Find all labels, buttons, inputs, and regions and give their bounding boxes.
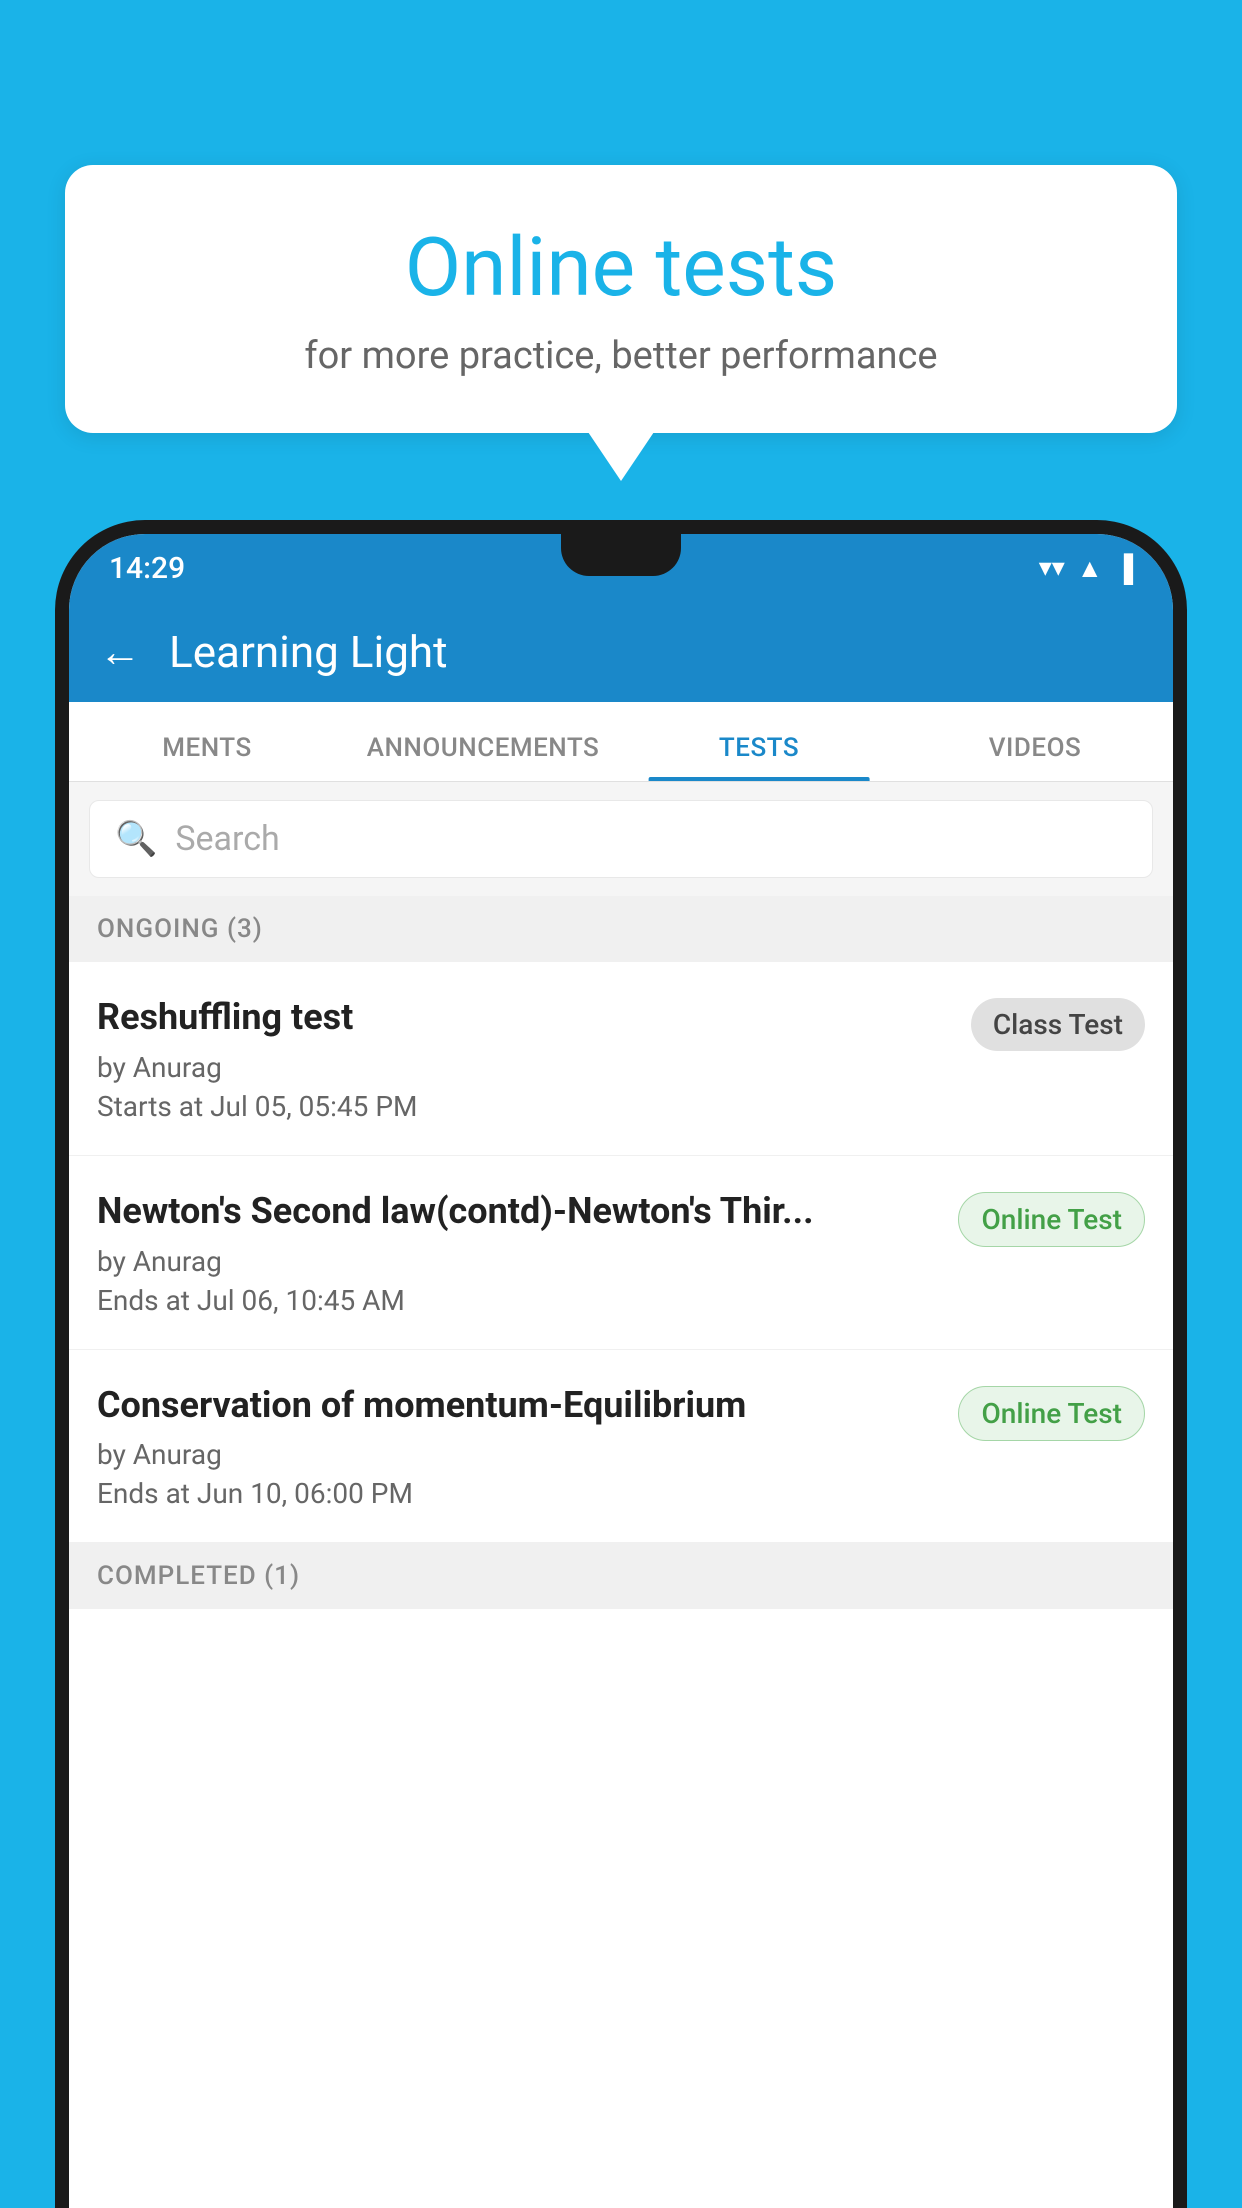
test-info: Newton's Second law(contd)-Newton's Thir…	[97, 1188, 938, 1317]
tab-videos[interactable]: VIDEOS	[897, 733, 1173, 781]
tab-tests[interactable]: TESTS	[621, 733, 897, 781]
test-item[interactable]: Reshuffling test by Anurag Starts at Jul…	[69, 962, 1173, 1156]
test-by: by Anurag	[97, 1438, 938, 1471]
notch	[561, 534, 681, 576]
app-title: Learning Light	[169, 626, 448, 678]
phone-screen: 14:29 ▾▾ ▲ ▐ ← Learning Light MENTS ANNO…	[69, 534, 1173, 2208]
test-name: Conservation of momentum-Equilibrium	[97, 1382, 938, 1429]
completed-section-header: COMPLETED (1)	[69, 1543, 1173, 1609]
search-container: 🔍 Search	[69, 782, 1173, 896]
test-badge-online-2: Online Test	[958, 1386, 1145, 1441]
back-button[interactable]: ←	[99, 628, 141, 677]
speech-bubble-title: Online tests	[125, 220, 1117, 316]
test-item[interactable]: Newton's Second law(contd)-Newton's Thir…	[69, 1156, 1173, 1350]
tab-announcements[interactable]: ANNOUNCEMENTS	[345, 733, 621, 781]
test-badge-class: Class Test	[971, 998, 1145, 1051]
speech-bubble-subtitle: for more practice, better performance	[125, 334, 1117, 378]
test-name: Reshuffling test	[97, 994, 951, 1041]
test-item[interactable]: Conservation of momentum-Equilibrium by …	[69, 1350, 1173, 1544]
test-date: Ends at Jul 06, 10:45 AM	[97, 1284, 938, 1317]
test-info: Reshuffling test by Anurag Starts at Jul…	[97, 994, 951, 1123]
ongoing-section-header: ONGOING (3)	[69, 896, 1173, 962]
test-by: by Anurag	[97, 1245, 938, 1278]
test-name: Newton's Second law(contd)-Newton's Thir…	[97, 1188, 938, 1235]
search-input[interactable]: Search	[175, 819, 279, 859]
test-date: Starts at Jul 05, 05:45 PM	[97, 1090, 951, 1123]
test-date: Ends at Jun 10, 06:00 PM	[97, 1477, 938, 1510]
signal-icon: ▲	[1077, 553, 1103, 584]
search-bar[interactable]: 🔍 Search	[89, 800, 1153, 878]
speech-bubble: Online tests for more practice, better p…	[65, 165, 1177, 433]
test-list: Reshuffling test by Anurag Starts at Jul…	[69, 962, 1173, 1543]
tab-ments[interactable]: MENTS	[69, 733, 345, 781]
battery-icon: ▐	[1115, 553, 1133, 584]
status-time: 14:29	[109, 551, 185, 586]
app-header: ← Learning Light	[69, 602, 1173, 702]
phone-frame: 14:29 ▾▾ ▲ ▐ ← Learning Light MENTS ANNO…	[55, 520, 1187, 2208]
tab-bar: MENTS ANNOUNCEMENTS TESTS VIDEOS	[69, 702, 1173, 782]
test-by: by Anurag	[97, 1051, 951, 1084]
test-badge-online: Online Test	[958, 1192, 1145, 1247]
wifi-icon: ▾▾	[1039, 553, 1065, 583]
test-info: Conservation of momentum-Equilibrium by …	[97, 1382, 938, 1511]
status-icons: ▾▾ ▲ ▐	[1039, 553, 1133, 584]
search-icon: 🔍	[115, 819, 157, 859]
